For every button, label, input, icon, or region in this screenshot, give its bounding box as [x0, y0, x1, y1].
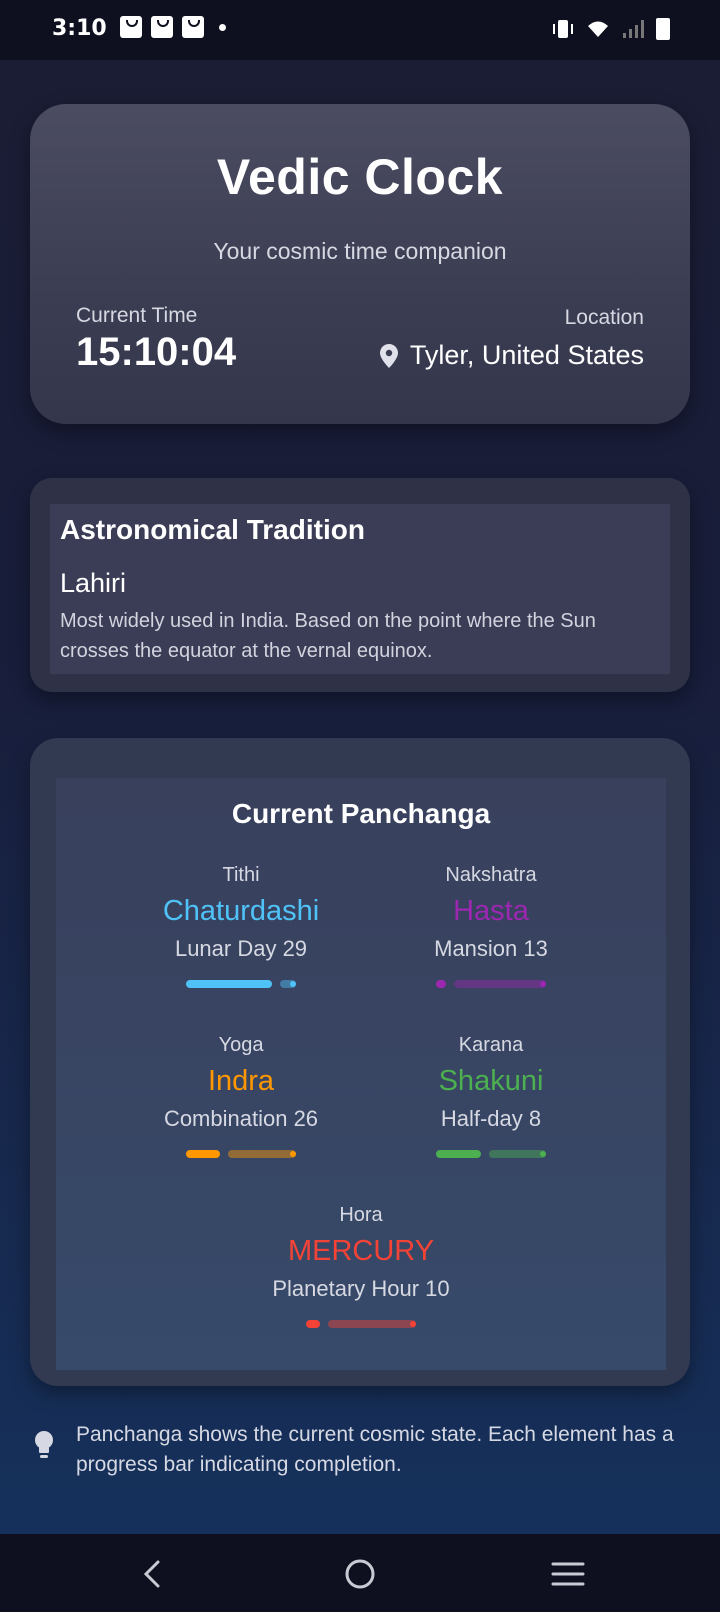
hint: Panchanga shows the current cosmic state…	[30, 1420, 690, 1480]
progress-endpoint	[540, 981, 546, 987]
app-title: Vedic Clock	[216, 149, 504, 205]
vibrate-icon	[553, 20, 573, 38]
panchanga-card: Current Panchanga Tithi Chaturdashi Luna…	[30, 738, 690, 1386]
location-label: Location	[564, 306, 644, 329]
panchanga-item-yoga[interactable]: Yoga Indra Combination 26	[111, 1034, 371, 1158]
tradition-title: Astronomical Tradition	[60, 514, 365, 545]
location-text: Tyler, United States	[409, 340, 644, 370]
tradition-panel: Astronomical Tradition Lahiri Most widel…	[50, 504, 670, 674]
progress-fill	[306, 1320, 320, 1328]
header-card: Vedic Clock Your cosmic time companion C…	[30, 104, 690, 424]
tradition-card[interactable]: Astronomical Tradition Lahiri Most widel…	[30, 478, 690, 692]
battery-icon	[656, 18, 670, 40]
panchanga-value: Indra	[207, 1065, 275, 1097]
progress-endpoint	[410, 1321, 416, 1327]
app-subtitle: Your cosmic time companion	[213, 238, 507, 264]
progress-bar	[186, 1150, 296, 1158]
home-icon[interactable]	[340, 1556, 380, 1592]
progress-track	[328, 1320, 416, 1328]
progress-bar	[306, 1320, 416, 1328]
panchanga-sub: Planetary Hour 10	[272, 1276, 450, 1301]
panchanga-sub: Lunar Day 29	[174, 936, 308, 961]
panchanga-item-karana[interactable]: Karana Shakuni Half-day 8	[361, 1034, 621, 1158]
shopping-bag-icon	[182, 16, 204, 38]
wifi-icon	[588, 21, 608, 37]
lightbulb-icon	[35, 1431, 53, 1458]
dot-icon	[219, 23, 226, 31]
progress-track	[489, 1150, 546, 1158]
panchanga-value: Chaturdashi	[162, 895, 320, 927]
shopping-bag-icon	[120, 16, 142, 38]
panchanga-sub: Mansion 13	[434, 936, 548, 961]
status-bar: 3:10	[0, 0, 720, 60]
current-time-label: Current Time	[76, 304, 198, 327]
progress-bar	[436, 1150, 546, 1158]
notification-icons	[120, 16, 226, 38]
progress-track	[228, 1150, 296, 1158]
progress-endpoint	[290, 1151, 296, 1157]
progress-fill	[186, 980, 272, 988]
progress-bar	[436, 980, 546, 988]
progress-endpoint	[290, 981, 296, 987]
back-icon[interactable]	[134, 1556, 174, 1592]
panchanga-label: Karana	[458, 1034, 524, 1056]
panchanga-label: Tithi	[222, 864, 260, 886]
panchanga-item-tithi[interactable]: Tithi Chaturdashi Lunar Day 29	[111, 864, 371, 988]
shopping-bag-icon	[151, 16, 173, 38]
status-time: 3:10	[52, 16, 107, 41]
panchanga-label: Hora	[339, 1204, 383, 1226]
navigation-bar	[0, 1534, 720, 1612]
panchanga-item-hora[interactable]: Hora MERCURY Planetary Hour 10	[231, 1204, 491, 1328]
progress-bar	[186, 980, 296, 988]
panchanga-value: Hasta	[453, 895, 529, 927]
progress-endpoint	[540, 1151, 546, 1157]
location-pin-icon	[379, 343, 398, 368]
hint-text: Panchanga shows the current cosmic state…	[76, 1423, 674, 1476]
tradition-name: Lahiri	[60, 568, 127, 598]
progress-fill	[186, 1150, 220, 1158]
tradition-description: Most widely used in India. Based on the …	[60, 610, 596, 662]
panchanga-panel: Current Panchanga Tithi Chaturdashi Luna…	[56, 778, 666, 1370]
panchanga-label: Yoga	[218, 1034, 264, 1056]
panchanga-title: Current Panchanga	[231, 798, 491, 829]
panchanga-value: Shakuni	[438, 1065, 544, 1097]
progress-track	[454, 980, 546, 988]
location-value[interactable]: Tyler, United States	[379, 340, 644, 371]
panchanga-sub: Half-day 8	[440, 1106, 542, 1131]
system-icons	[552, 18, 670, 40]
current-time-value: 15:10:04	[76, 330, 237, 374]
signal-icon	[623, 20, 644, 38]
panchanga-value: MERCURY	[287, 1235, 435, 1267]
panchanga-item-nakshatra[interactable]: Nakshatra Hasta Mansion 13	[361, 864, 621, 988]
panchanga-label: Nakshatra	[445, 864, 537, 886]
progress-fill	[436, 1150, 481, 1158]
progress-fill	[436, 980, 446, 988]
panchanga-sub: Combination 26	[163, 1106, 319, 1131]
menu-icon[interactable]	[548, 1556, 588, 1592]
